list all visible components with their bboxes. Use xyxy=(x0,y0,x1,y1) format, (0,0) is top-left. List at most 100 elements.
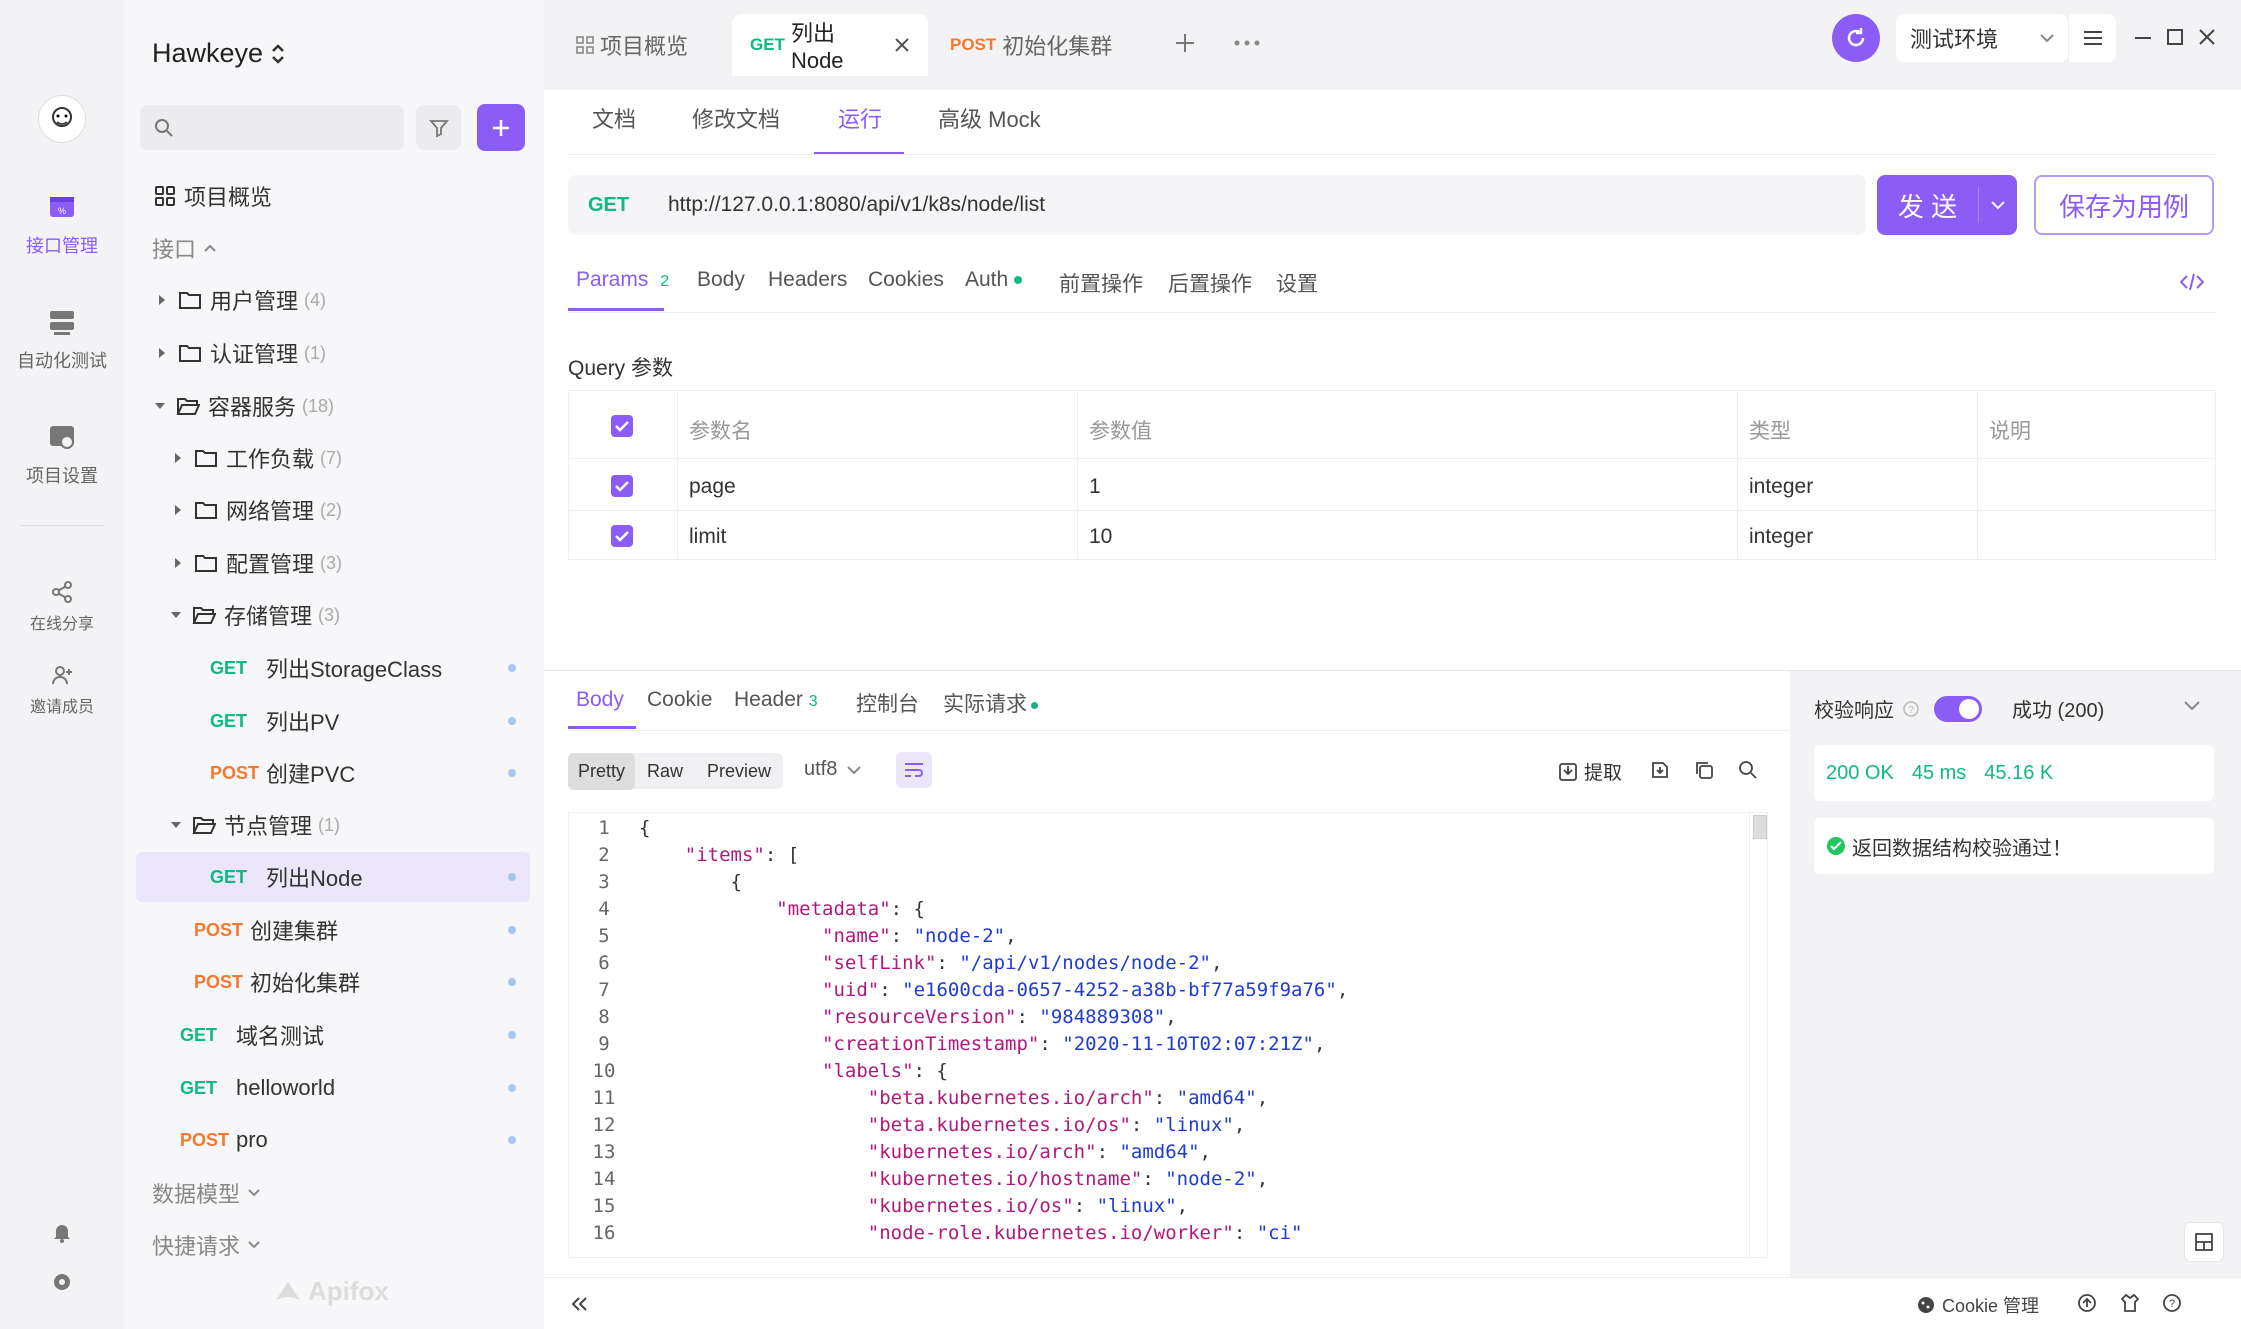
tab-cookies[interactable]: Cookies xyxy=(868,268,944,292)
section-quick-requests[interactable]: 快捷请求 xyxy=(152,1220,528,1270)
tab-headers[interactable]: Headers xyxy=(768,268,847,292)
folder-network[interactable]: 网络管理 (2) xyxy=(174,485,528,535)
url-input[interactable]: GET http://127.0.0.1:8080/api/v1/k8s/nod… xyxy=(568,175,1866,235)
api-item[interactable]: GET 域名测试 xyxy=(180,1010,528,1060)
api-item[interactable]: POST pro xyxy=(180,1115,528,1165)
tab-body[interactable]: Body xyxy=(697,268,745,292)
scrollbar-thumb[interactable] xyxy=(1753,815,1767,839)
cookie-manager[interactable]: Cookie 管理 xyxy=(1916,1292,2039,1318)
add-button[interactable] xyxy=(477,104,525,151)
tab-overview[interactable]: 项目概览 xyxy=(558,14,706,76)
help-icon[interactable]: ? xyxy=(2162,1293,2182,1313)
folder-container-service[interactable]: 容器服务 (18) xyxy=(154,381,528,431)
validation-message: 返回数据结构校验通过！ xyxy=(1852,837,2072,860)
maximize-icon[interactable] xyxy=(2166,28,2184,46)
folder-label: 配置管理 xyxy=(226,552,315,577)
folder-node[interactable]: 节点管理 (1) xyxy=(170,800,528,850)
nav-rail: % 接口管理 自动化测试 项目设置 在线分享 邀请成员 xyxy=(0,0,124,1329)
resp-tab-cookie[interactable]: Cookie xyxy=(647,688,712,712)
api-item[interactable]: GET 列出StorageClass xyxy=(210,643,528,693)
api-item[interactable]: GET helloworld xyxy=(180,1063,528,1113)
download-icon[interactable] xyxy=(1650,760,1670,780)
close-icon[interactable] xyxy=(894,37,910,53)
scrollbar[interactable] xyxy=(1749,813,1767,1257)
folder-user-management[interactable]: 用户管理 (4) xyxy=(158,275,528,325)
chevron-down-icon[interactable] xyxy=(2184,700,2200,712)
env-menu-button[interactable] xyxy=(2068,14,2116,62)
api-item[interactable]: POST 创建集群 xyxy=(194,905,528,955)
sidebar-item-overview[interactable]: 项目概览 xyxy=(154,171,528,221)
minimize-icon[interactable] xyxy=(2134,36,2152,40)
subtab-doc[interactable]: 文档 xyxy=(592,102,636,134)
resp-tab-header[interactable]: Header 3 xyxy=(734,688,818,712)
bell-icon[interactable] xyxy=(50,1220,74,1244)
folder-storage[interactable]: 存储管理 (3) xyxy=(170,590,528,640)
param-value[interactable]: 10 xyxy=(1089,525,1112,549)
tab-list-node[interactable]: GET 列出Node xyxy=(732,14,928,76)
layout-toggle[interactable] xyxy=(2184,1222,2224,1262)
filter-button[interactable] xyxy=(416,105,461,150)
rail-item-api-management[interactable]: % 接口管理 xyxy=(0,190,124,258)
subtab-mock[interactable]: 高级 Mock xyxy=(938,102,1041,134)
tab-pre-ops[interactable]: 前置操作 xyxy=(1059,268,1143,298)
param-name[interactable]: page xyxy=(689,475,736,499)
param-type[interactable]: integer xyxy=(1749,475,1813,499)
view-raw[interactable]: Raw xyxy=(635,761,695,782)
json-viewer[interactable]: 1{2 "items": [3 {4 "metadata": {5 "name"… xyxy=(568,812,1768,1258)
api-item[interactable]: GET 列出PV xyxy=(210,696,528,746)
search-icon[interactable] xyxy=(1738,760,1758,780)
avatar[interactable] xyxy=(38,95,86,143)
plus-icon[interactable] xyxy=(1174,32,1196,54)
select-all-checkbox[interactable] xyxy=(611,415,633,437)
tab-auth[interactable]: Auth xyxy=(965,268,1023,292)
collapse-left-icon[interactable] xyxy=(570,1296,588,1312)
subtab-run[interactable]: 运行 xyxy=(838,102,882,134)
copy-icon[interactable] xyxy=(1694,760,1714,780)
view-pretty[interactable]: Pretty xyxy=(568,752,636,790)
param-type[interactable]: integer xyxy=(1749,525,1813,549)
folder-icon xyxy=(178,290,202,310)
api-item[interactable]: POST 初始化集群 xyxy=(194,957,528,1007)
api-item[interactable]: POST 创建PVC xyxy=(210,748,528,798)
folder-auth-management[interactable]: 认证管理 (1) xyxy=(158,328,528,378)
section-api[interactable]: 接口 xyxy=(152,223,528,273)
param-value[interactable]: 1 xyxy=(1089,475,1101,499)
resp-tab-actual[interactable]: 实际请求 xyxy=(943,688,1038,718)
row-checkbox[interactable] xyxy=(611,475,633,497)
encoding-select[interactable]: utf8 xyxy=(804,758,862,781)
close-window-icon[interactable] xyxy=(2198,28,2216,46)
upload-icon[interactable] xyxy=(2077,1293,2097,1313)
gear-icon[interactable] xyxy=(50,1270,74,1294)
tab-params[interactable]: Params 2 xyxy=(576,268,669,292)
sync-button[interactable] xyxy=(1832,14,1880,62)
validate-toggle[interactable] xyxy=(1934,695,1982,722)
section-data-models[interactable]: 数据模型 xyxy=(152,1168,528,1218)
resp-tab-console[interactable]: 控制台 xyxy=(856,688,919,718)
send-button[interactable]: 发 送 xyxy=(1877,175,2017,235)
env-select[interactable]: 测试环境 xyxy=(1896,14,2068,62)
rail-item-project-settings[interactable]: 项目设置 xyxy=(0,420,124,488)
project-switcher[interactable]: Hawkeye xyxy=(152,38,285,69)
code-icon[interactable] xyxy=(2180,272,2204,292)
search-input[interactable] xyxy=(140,105,404,150)
extract-button[interactable]: 提取 xyxy=(1558,758,1622,785)
subtab-edit-doc[interactable]: 修改文档 xyxy=(692,102,780,134)
row-checkbox[interactable] xyxy=(611,525,633,547)
rail-item-share[interactable]: 在线分享 xyxy=(0,580,124,634)
wrap-button[interactable] xyxy=(896,752,932,788)
more-icon[interactable] xyxy=(1234,40,1260,46)
view-preview[interactable]: Preview xyxy=(695,761,783,782)
rail-item-automation[interactable]: 自动化测试 xyxy=(0,305,124,373)
folder-config[interactable]: 配置管理 (3) xyxy=(174,538,528,588)
chevron-down-icon[interactable] xyxy=(1979,200,2017,210)
rail-item-invite[interactable]: 邀请成员 xyxy=(0,663,124,717)
folder-workload[interactable]: 工作负载 (7) xyxy=(174,433,528,483)
shirt-icon[interactable] xyxy=(2120,1293,2140,1313)
tab-post-ops[interactable]: 后置操作 xyxy=(1168,268,1252,298)
resp-tab-body[interactable]: Body xyxy=(576,688,624,712)
tab-settings[interactable]: 设置 xyxy=(1276,268,1318,298)
param-name[interactable]: limit xyxy=(689,525,726,549)
api-item-selected[interactable]: GET 列出Node xyxy=(210,852,528,902)
save-as-case-button[interactable]: 保存为用例 xyxy=(2034,175,2214,235)
tab-init-cluster[interactable]: POST 初始化集群 xyxy=(932,14,1130,76)
